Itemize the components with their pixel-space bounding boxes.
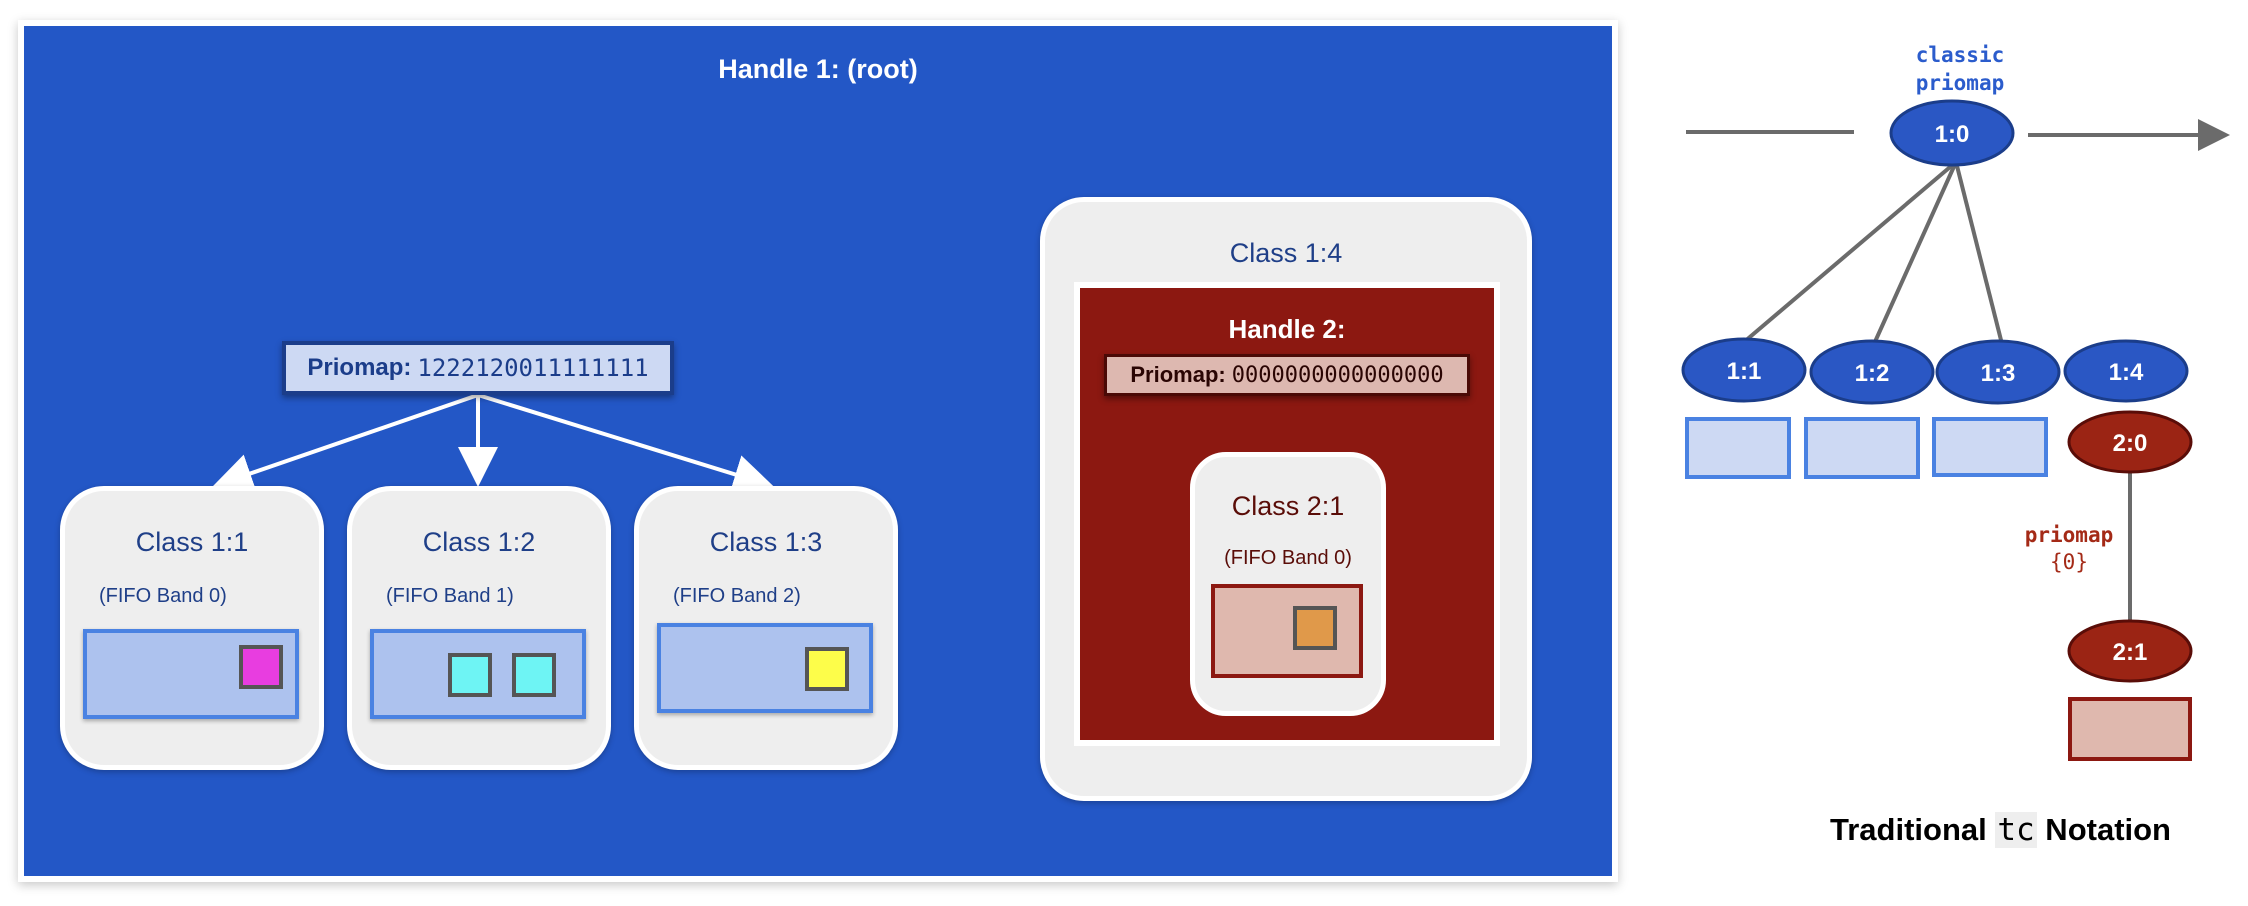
queue-1-1 — [1685, 417, 1791, 479]
node-2-0-label: 2:0 — [2113, 430, 2148, 457]
edge-1-0-to-1-3 — [1954, 161, 2004, 345]
node-1-0: 1:0 — [1889, 99, 2015, 167]
title-prefix: Traditional — [1830, 812, 1996, 847]
tc-tree-diagram: classic priomap 1:0 1:1 1:2 1:3 1:4 2:0 … — [1681, 43, 2230, 761]
node-1-4-label: 1:4 — [2109, 359, 2144, 386]
node-1-0-label: 1:0 — [1935, 121, 1970, 148]
node-1-3-label: 1:3 — [1981, 360, 2016, 387]
queue-2-1 — [2068, 697, 2192, 761]
node-1-2: 1:2 — [1809, 339, 1935, 405]
edge-1-0-to-1-2 — [1872, 161, 1958, 345]
priomap-note-line1: priomap — [2025, 523, 2114, 547]
queue-1-3 — [1932, 417, 2048, 477]
queue-1-2 — [1804, 417, 1920, 479]
node-2-1: 2:1 — [2067, 619, 2193, 683]
priomap-note-line2: {0} — [2050, 550, 2088, 574]
node-1-1-label: 1:1 — [1727, 358, 1762, 385]
edge-1-0-to-1-1 — [1742, 160, 1958, 344]
node-1-3: 1:3 — [1935, 339, 2061, 405]
title-tc-code: tc — [1995, 812, 2037, 848]
node-1-2-label: 1:2 — [1855, 360, 1890, 387]
title-suffix: Notation — [2036, 812, 2171, 847]
traditional-tc-notation-title: Traditional tc Notation — [1830, 812, 2171, 848]
node-1-4: 1:4 — [2063, 339, 2189, 403]
classic-priomap-note-line1: classic — [1916, 43, 2005, 67]
node-2-0: 2:0 — [2067, 410, 2193, 474]
classic-priomap-note-line2: priomap — [1916, 71, 2005, 95]
node-2-1-label: 2:1 — [2113, 639, 2148, 666]
node-1-1: 1:1 — [1681, 337, 1807, 403]
